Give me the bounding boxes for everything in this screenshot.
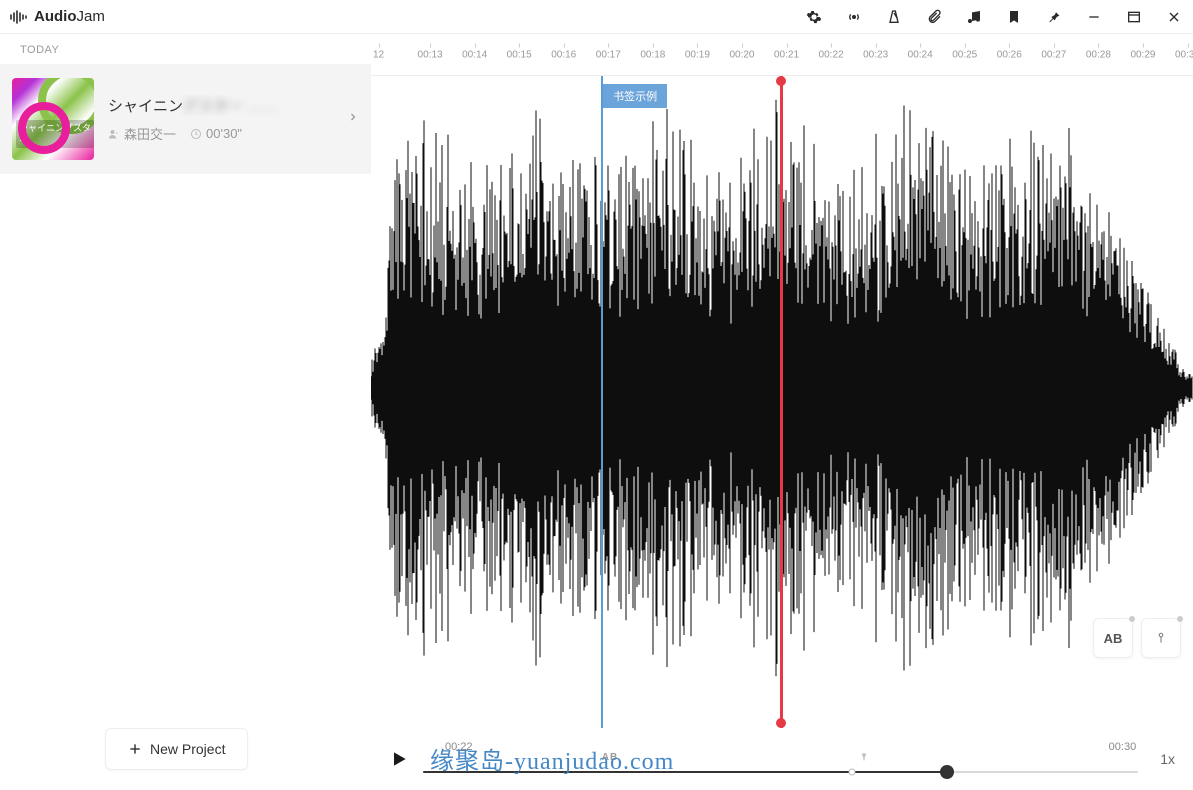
ruler-tick: 00:29: [1130, 49, 1155, 60]
bookmark-icon[interactable]: [1005, 8, 1023, 26]
timeline-ruler[interactable]: 12 00:13 00:14 00:15 00:16 00:17 00:18 00:19 00:…: [371, 34, 1193, 76]
main-area: 12 00:13 00:14 00:15 00:16 00:17 00:18 00:19 00:…: [371, 34, 1193, 790]
ruler-tick: 00:15: [507, 49, 532, 60]
music-icon[interactable]: [965, 8, 983, 26]
chevron-right-icon: [347, 110, 359, 128]
close-icon[interactable]: [1165, 8, 1183, 26]
ruler-tick: 00:27: [1041, 49, 1066, 60]
ab-marker-label: AB: [602, 752, 618, 763]
ruler-tick: 00:18: [640, 49, 665, 60]
maximize-icon[interactable]: [1125, 8, 1143, 26]
section-today: TODAY: [0, 34, 371, 64]
metronome-icon[interactable]: [885, 8, 903, 26]
ruler-tick: 00:30: [1175, 49, 1193, 60]
time-current: 00:22: [445, 741, 473, 753]
ruler-tick: 00:19: [685, 49, 710, 60]
project-artist: 森田交一: [108, 124, 176, 143]
ruler-tick: 00:28: [1086, 49, 1111, 60]
header-toolbar: [805, 8, 1183, 26]
project-title: シャイニングスター ……: [108, 95, 347, 116]
keyframe-icon: [859, 752, 869, 765]
bookmark-marker[interactable]: 书签示例: [601, 76, 603, 728]
pin-icon[interactable]: [1045, 8, 1063, 26]
transport-bar: 00:22 00:30 AB 1x: [371, 728, 1193, 790]
ruler-tick: 00:13: [418, 49, 443, 60]
sidebar: TODAY シャイニングスター シャイニングスター …… 森田交一 00'30": [0, 34, 371, 790]
logo-text-1: Audio: [34, 8, 77, 25]
attachment-icon[interactable]: [925, 8, 943, 26]
ruler-tick: 00:17: [596, 49, 621, 60]
project-info: シャイニングスター …… 森田交一 00'30": [108, 95, 347, 143]
ruler-tick: 00:24: [908, 49, 933, 60]
timeline-scrubber[interactable]: 00:22 00:30 AB: [423, 739, 1138, 779]
ruler-tick: 00:23: [863, 49, 888, 60]
app-logo: AudioJam: [10, 8, 105, 25]
play-button[interactable]: [389, 749, 409, 769]
playback-speed[interactable]: 1x: [1160, 751, 1175, 767]
project-thumbnail: シャイニングスター: [12, 78, 94, 160]
settings-icon[interactable]: [805, 8, 823, 26]
new-project-button[interactable]: New Project: [105, 728, 248, 770]
ruler-tick: 00:22: [819, 49, 844, 60]
minimize-icon[interactable]: [1085, 8, 1103, 26]
waveform-area[interactable]: 书签示例 AB: [371, 76, 1193, 728]
ruler-tick: 00:26: [997, 49, 1022, 60]
ruler-tick: 00:20: [729, 49, 754, 60]
project-duration: 00'30": [190, 126, 242, 141]
ruler-tick: 00:21: [774, 49, 799, 60]
time-total: 00:30: [1109, 741, 1137, 753]
timeline-track[interactable]: [423, 771, 1138, 773]
project-item[interactable]: シャイニングスター シャイニングスター …… 森田交一 00'30": [0, 64, 371, 174]
playhead[interactable]: [780, 76, 783, 728]
marker-button[interactable]: [1141, 618, 1181, 658]
ruler-tick: 00:16: [551, 49, 576, 60]
ruler-tick: 00:14: [462, 49, 487, 60]
ruler-tick: 00:25: [952, 49, 977, 60]
ruler-tick: 12: [373, 49, 384, 60]
ab-loop-button[interactable]: AB: [1093, 618, 1133, 658]
logo-text-2: Jam: [77, 8, 105, 25]
logo-icon: [10, 10, 28, 24]
bookmark-label[interactable]: 书签示例: [603, 84, 667, 108]
broadcast-icon[interactable]: [845, 8, 863, 26]
timeline-knob[interactable]: [849, 769, 856, 776]
timeline-handle[interactable]: [940, 765, 954, 779]
titlebar: AudioJam: [0, 0, 1193, 34]
